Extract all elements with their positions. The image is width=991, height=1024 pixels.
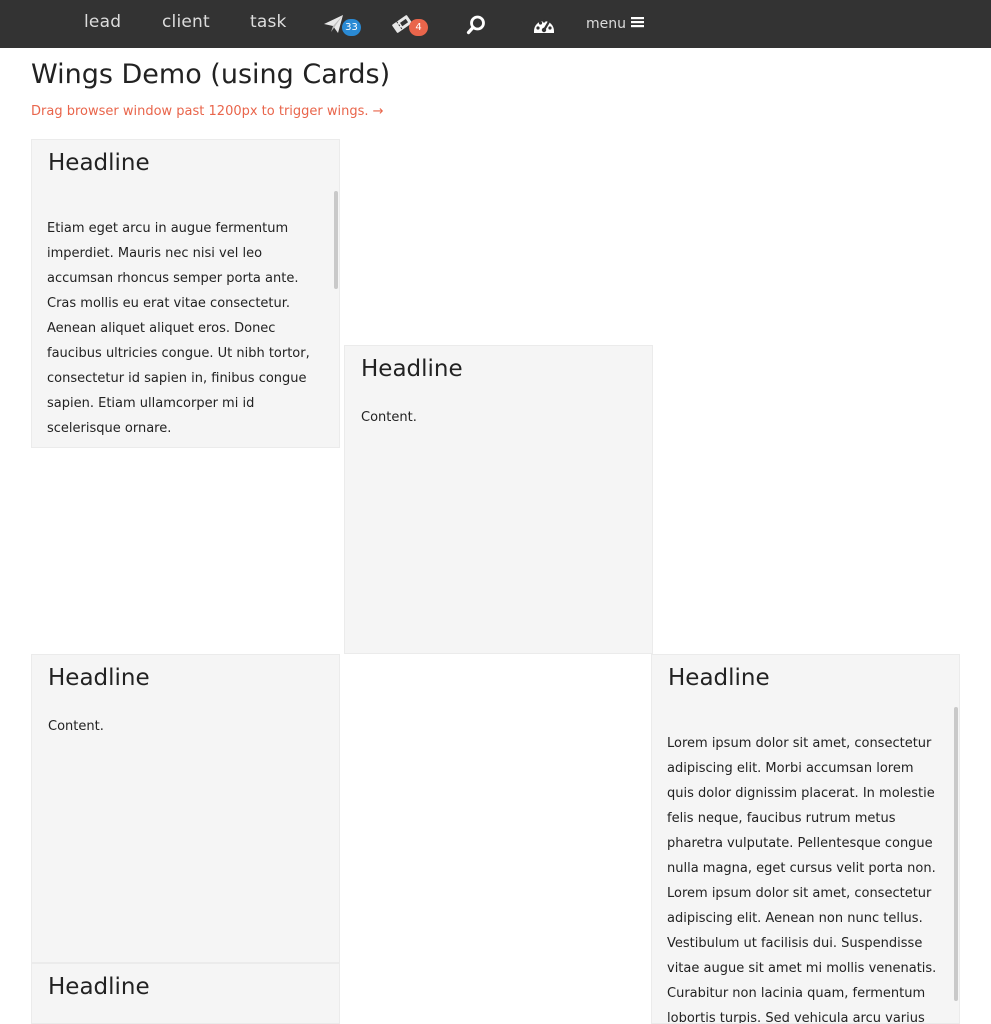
card-scrollbar[interactable]: [334, 191, 338, 289]
card: Headline Content.: [344, 345, 653, 654]
menu-button[interactable]: menu: [586, 16, 644, 32]
dashboard-gauge-icon[interactable]: [533, 16, 555, 38]
nav-link-client[interactable]: client: [162, 12, 210, 32]
card-headline: Headline: [48, 150, 150, 176]
card: Headline Content.: [31, 654, 340, 963]
hamburger-icon: [631, 16, 644, 32]
card-content: Lorem ipsum dolor sit amet, consectetur …: [667, 736, 937, 1024]
card-headline: Headline: [361, 356, 463, 382]
card: Headline: [31, 963, 340, 1024]
card: Headline Lorem ipsum dolor sit amet, con…: [651, 654, 960, 1024]
top-navbar: lead client task 33 4 menu: [0, 0, 991, 48]
card-headline: Headline: [48, 974, 150, 1000]
card-scrollbar[interactable]: [954, 707, 958, 1001]
page-title: Wings Demo (using Cards): [31, 59, 391, 90]
wings-hint-link[interactable]: Drag browser window past 1200px to trigg…: [31, 104, 384, 119]
nav-link-task[interactable]: task: [250, 12, 287, 32]
search-icon[interactable]: [466, 15, 486, 39]
card-content: Content.: [48, 719, 104, 734]
card-headline: Headline: [48, 665, 150, 691]
messages-count-badge: 33: [342, 19, 361, 36]
tickets-count-badge: 4: [409, 19, 428, 36]
card-content: Content.: [361, 410, 417, 425]
card: Headline Etiam eget arcu in augue fermen…: [31, 139, 340, 448]
card-headline: Headline: [668, 665, 770, 691]
menu-label: menu: [586, 16, 626, 32]
nav-link-lead[interactable]: lead: [84, 12, 121, 32]
card-content: Etiam eget arcu in augue fermentum imper…: [47, 221, 310, 436]
